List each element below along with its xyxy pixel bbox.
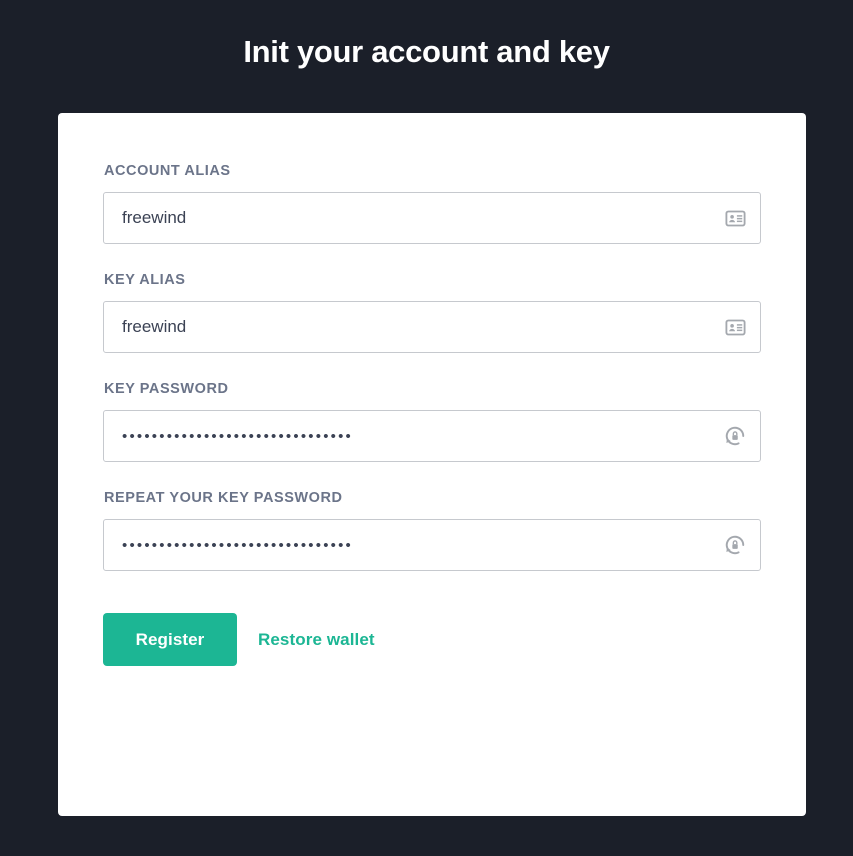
register-button[interactable]: Register (103, 613, 237, 666)
field-label-key-alias: KEY ALIAS (104, 272, 186, 288)
repeat-key-password-input[interactable]: ••••••••••••••••••••••••••••••• (104, 538, 403, 553)
field-label-account-alias: ACCOUNT ALIAS (104, 163, 231, 179)
key-alias-input-wrap[interactable] (103, 301, 761, 353)
field-label-key-password: KEY PASSWORD (104, 381, 229, 397)
form-actions: Register Restore wallet (103, 613, 761, 666)
card-content: ACCOUNT ALIAS freewind KEY ALIAS freewin… (58, 113, 806, 666)
restore-wallet-link[interactable]: Restore wallet (258, 630, 375, 650)
field-repeat-key-password: REPEAT YOUR KEY PASSWORD •••••••••••••••… (103, 490, 761, 571)
account-alias-input[interactable] (104, 193, 760, 243)
field-key-password: KEY PASSWORD •••••••••••••••••••••••••••… (103, 381, 761, 462)
field-label-repeat-key-password: REPEAT YOUR KEY PASSWORD (104, 490, 343, 506)
registration-card: ACCOUNT ALIAS freewind KEY ALIAS freewin… (58, 113, 806, 816)
field-account-alias: ACCOUNT ALIAS (103, 163, 761, 244)
key-password-input-wrap[interactable]: ••••••••••••••••••••••••••••••• (103, 410, 761, 462)
key-alias-input[interactable] (104, 302, 760, 352)
id-card-icon[interactable] (724, 207, 746, 229)
account-alias-input-wrap[interactable] (103, 192, 761, 244)
lock-reset-icon[interactable] (724, 534, 746, 556)
repeat-key-password-input-wrap[interactable]: ••••••••••••••••••••••••••••••• (103, 519, 761, 571)
key-password-input[interactable]: ••••••••••••••••••••••••••••••• (104, 429, 403, 444)
field-key-alias: KEY ALIAS (103, 272, 761, 353)
id-card-icon[interactable] (724, 316, 746, 338)
page-title: Init your account and key (243, 34, 610, 69)
lock-reset-icon[interactable] (724, 425, 746, 447)
init-account-page: Init your account and key ACCOUNT ALIAS (0, 0, 853, 856)
